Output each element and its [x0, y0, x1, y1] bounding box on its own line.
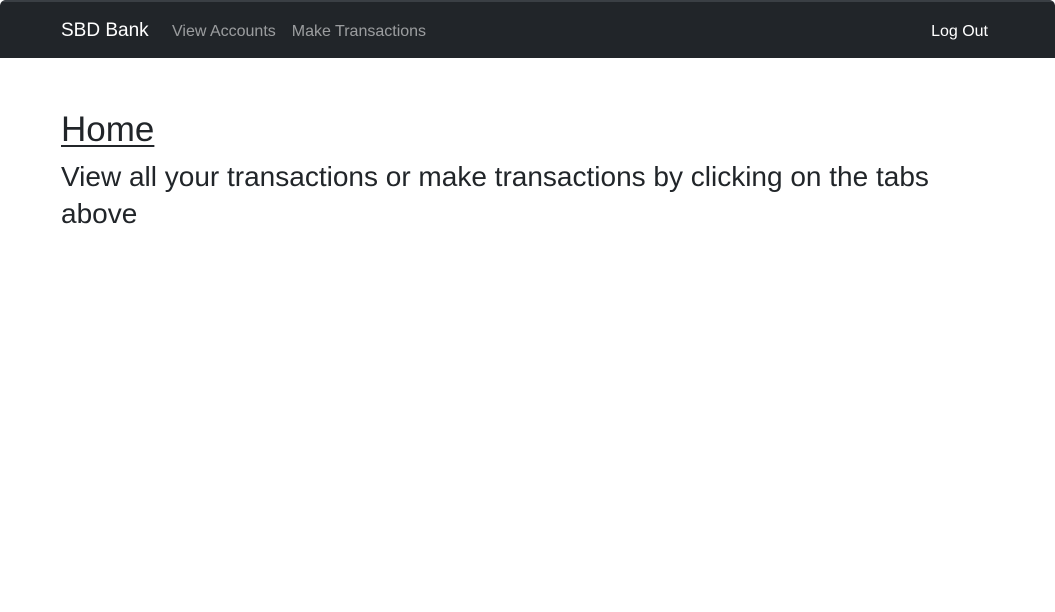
- main-content: Home View all your transactions or make …: [61, 108, 961, 232]
- app-window: SBD Bank View Accounts Make Transactions…: [0, 0, 1055, 612]
- nav-link-view-accounts[interactable]: View Accounts: [172, 22, 276, 41]
- nav-link-make-transactions[interactable]: Make Transactions: [292, 22, 426, 41]
- logout-link[interactable]: Log Out: [931, 22, 988, 41]
- page-title: Home: [61, 110, 155, 149]
- brand-link[interactable]: SBD Bank: [61, 20, 149, 42]
- page-subtitle: View all your transactions or make trans…: [61, 161, 929, 229]
- top-navbar: SBD Bank View Accounts Make Transactions…: [0, 0, 1055, 58]
- nav-links: View Accounts Make Transactions: [172, 22, 426, 41]
